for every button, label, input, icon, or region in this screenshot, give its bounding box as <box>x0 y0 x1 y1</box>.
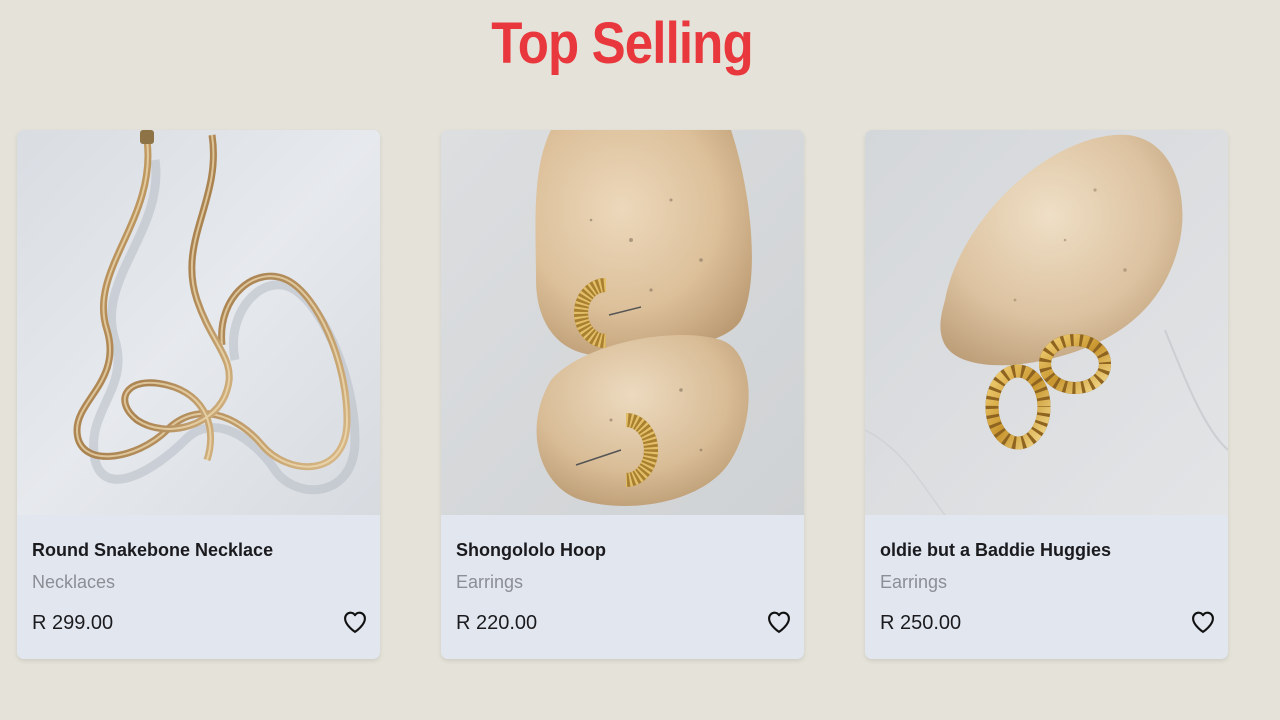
product-card[interactable]: Shongololo Hoop Earrings R 220.00 <box>441 130 804 659</box>
product-card[interactable]: oldie but a Baddie Huggies Earrings R 25… <box>865 130 1228 659</box>
product-category: Necklaces <box>32 572 116 592</box>
product-image-huggie-earrings[interactable] <box>865 130 1228 515</box>
product-category: Earrings <box>880 572 948 592</box>
add-to-wishlist-button[interactable] <box>765 608 793 636</box>
product-name[interactable]: Shongololo Hoop <box>456 540 606 561</box>
product-name[interactable]: oldie but a Baddie Huggies <box>880 540 1111 561</box>
section-title: Top Selling <box>491 11 753 76</box>
product-category: Earrings <box>456 572 524 592</box>
add-to-wishlist-button[interactable] <box>1189 608 1217 636</box>
heart-outline-icon <box>768 611 790 633</box>
product-price: R 250.00 <box>880 612 962 634</box>
product-price: R 220.00 <box>456 612 538 634</box>
heart-outline-icon <box>344 611 366 633</box>
product-image-hoop-earrings[interactable] <box>441 130 804 515</box>
product-image-necklace[interactable] <box>17 130 380 515</box>
product-name[interactable]: Round Snakebone Necklace <box>32 540 273 561</box>
product-price: R 299.00 <box>32 612 114 634</box>
heart-outline-icon <box>1192 611 1214 633</box>
product-card[interactable]: Round Snakebone Necklace Necklaces R 299… <box>17 130 380 659</box>
add-to-wishlist-button[interactable] <box>341 608 369 636</box>
